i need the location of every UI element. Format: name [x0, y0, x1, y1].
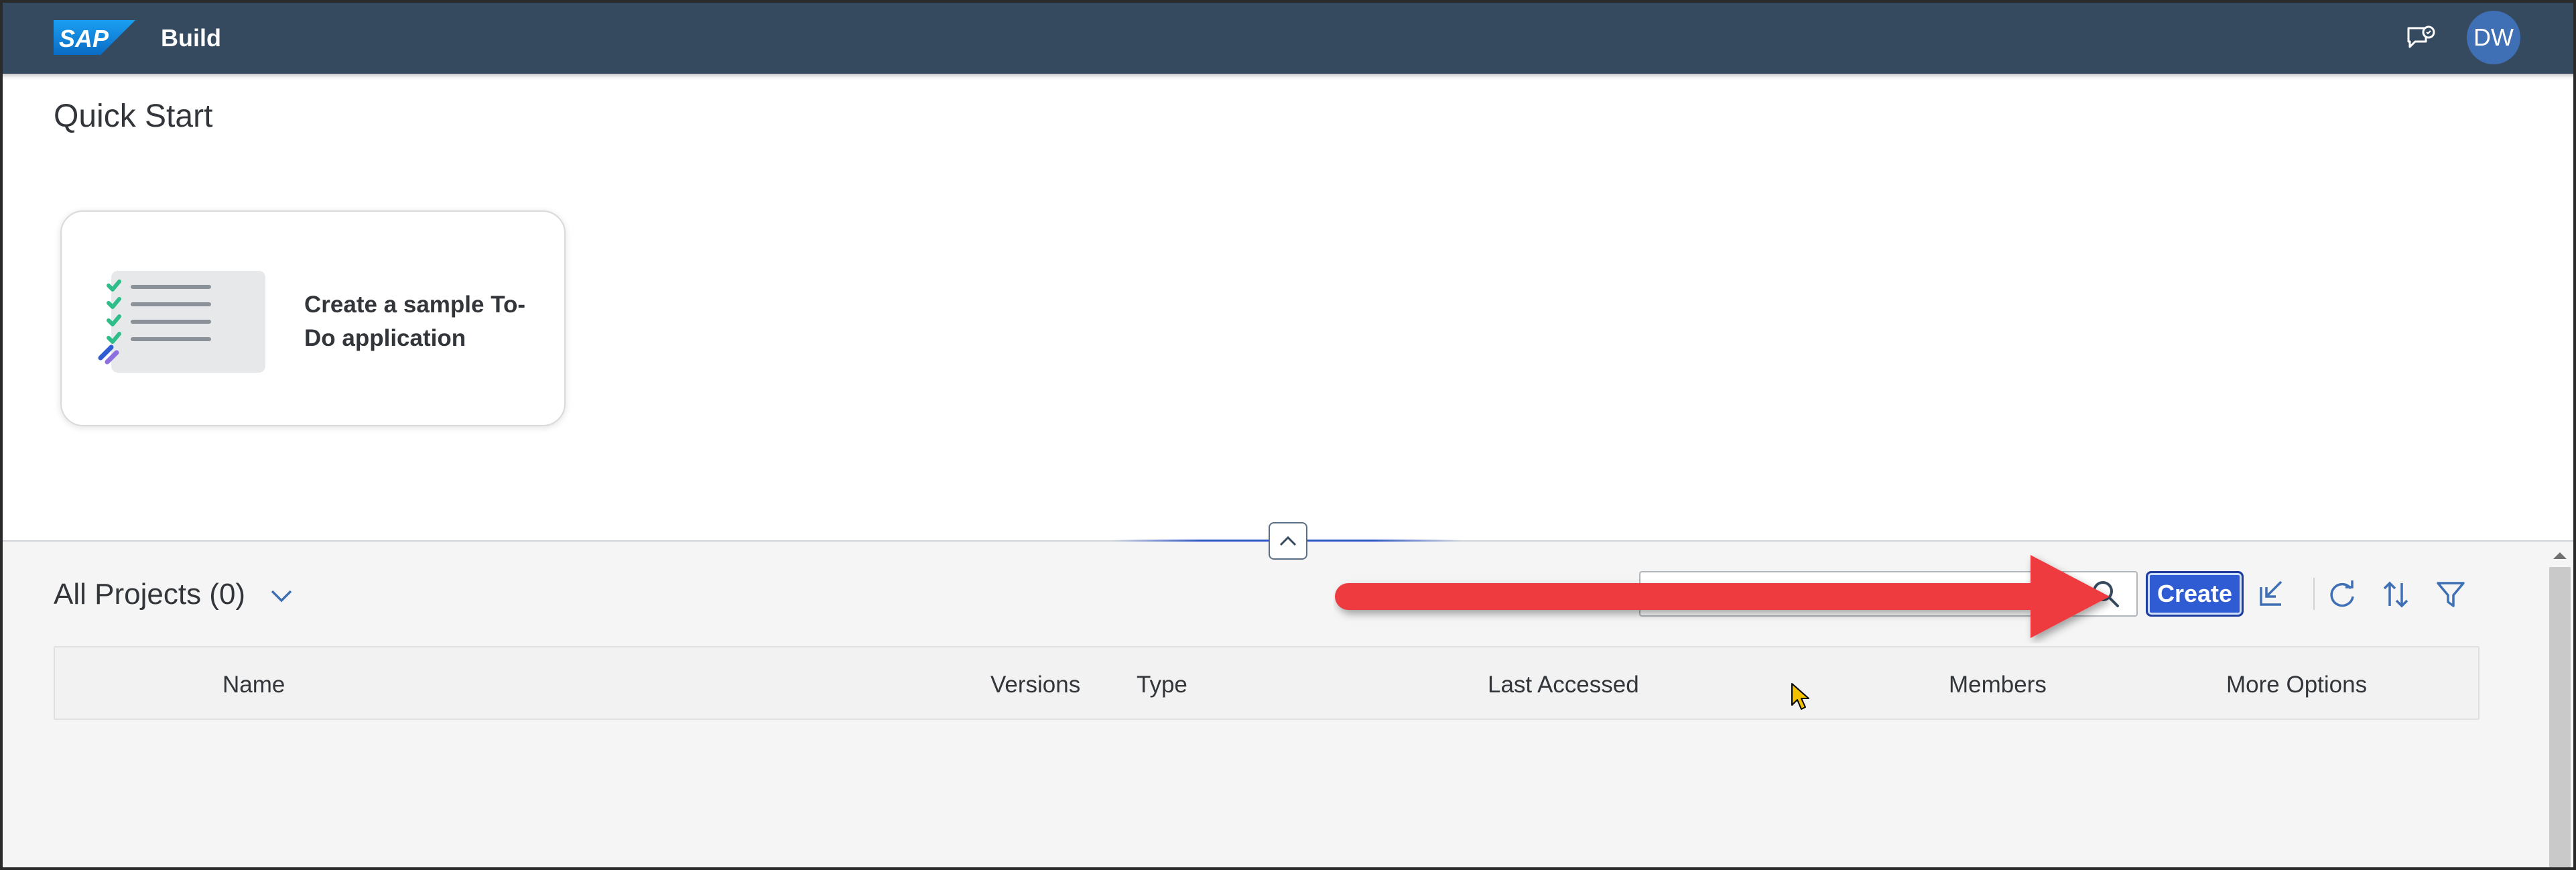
mouse-cursor — [1791, 683, 1809, 710]
annotation-arrow — [1335, 555, 2110, 638]
quick-start-card-todo[interactable]: Create a sample To-Do application — [60, 210, 566, 426]
sap-logo[interactable]: SAP — [54, 20, 135, 55]
scroll-up-icon[interactable] — [2551, 548, 2569, 562]
feedback-icon[interactable] — [2404, 24, 2437, 54]
column-versions[interactable]: Versions — [990, 672, 1080, 698]
chevron-up-icon — [1279, 536, 1297, 546]
quick-start-title: Quick Start — [54, 99, 213, 134]
app-title: Build — [161, 24, 221, 52]
create-button[interactable]: Create — [2146, 571, 2244, 617]
sort-icon[interactable] — [2379, 578, 2412, 611]
shell-bar: SAP Build DW — [0, 0, 2576, 74]
chevron-down-icon[interactable] — [268, 584, 295, 609]
sap-logo-text: SAP — [59, 25, 109, 52]
scrollbar-thumb[interactable] — [2549, 567, 2571, 867]
toolbar-separator — [2313, 578, 2315, 610]
column-type[interactable]: Type — [1137, 672, 1187, 698]
projects-table-header: Name Versions Type Last Accessed Members… — [54, 646, 2480, 720]
refresh-icon[interactable] — [2325, 578, 2359, 611]
import-icon[interactable] — [2254, 576, 2288, 610]
quick-start-card-label: Create a sample To-Do application — [304, 292, 526, 351]
user-avatar[interactable]: DW — [2467, 11, 2520, 64]
projects-title[interactable]: All Projects (0) — [54, 578, 245, 611]
collapse-button[interactable] — [1269, 522, 1307, 560]
todo-checklist-illustration — [98, 271, 265, 373]
column-more-options[interactable]: More Options — [2226, 672, 2367, 698]
filter-icon[interactable] — [2434, 578, 2467, 611]
column-last-accessed[interactable]: Last Accessed — [1488, 672, 1639, 698]
column-members[interactable]: Members — [1949, 672, 2047, 698]
column-name[interactable]: Name — [222, 672, 285, 698]
